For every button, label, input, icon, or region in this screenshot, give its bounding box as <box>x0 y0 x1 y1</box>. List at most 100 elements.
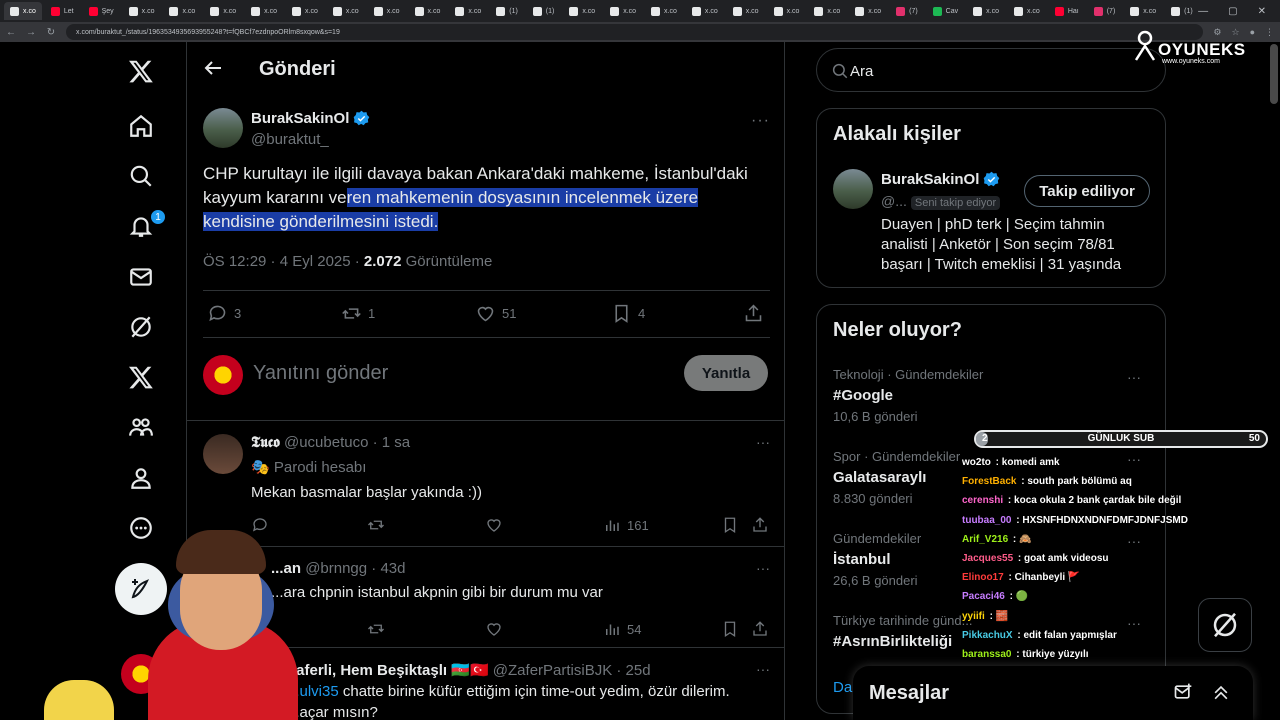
back-nav-icon[interactable]: ← <box>6 27 16 38</box>
repost-action[interactable]: 1 <box>341 303 375 324</box>
notifications-bell-icon[interactable]: 1 <box>116 201 166 251</box>
reply-views-action[interactable]: 54 <box>603 620 641 638</box>
chat-username: Pacaci46 <box>962 591 1005 603</box>
expand-chevrons-icon[interactable] <box>1211 682 1231 702</box>
maximize-icon[interactable]: ▢ <box>1228 6 1237 17</box>
reply-more-icon[interactable]: ··· <box>756 434 770 450</box>
search-input[interactable]: Ara <box>816 48 1166 92</box>
author-handle[interactable]: @buraktut_ <box>251 131 329 148</box>
reply-like-action[interactable] <box>485 620 503 638</box>
communities-icon[interactable] <box>116 402 166 452</box>
bookmark-action[interactable]: 4 <box>611 303 645 324</box>
home-icon[interactable] <box>116 101 166 151</box>
grok-floating-button[interactable] <box>1198 598 1252 652</box>
related-person-name[interactable]: BurakSakinOl <box>881 171 1000 188</box>
browser-tab[interactable]: (1) <box>490 2 524 20</box>
reply-author-handle[interactable]: @ZaferPartisiBJK · 25d <box>493 662 651 679</box>
x-logo-icon[interactable] <box>116 46 166 96</box>
browser-tab[interactable]: x.co <box>245 2 283 20</box>
browser-tab[interactable]: x.co <box>1008 2 1046 20</box>
reply-author-handle[interactable]: @brnngg · 43d <box>305 560 405 577</box>
author-avatar[interactable] <box>203 108 243 148</box>
trend-item[interactable]: Teknoloji · Gündemdekiler #Google 10,6 B… <box>833 367 1151 424</box>
related-person-avatar[interactable] <box>833 169 873 209</box>
show-more-link[interactable]: Da <box>833 679 852 696</box>
chat-message: Elinoo17 : Cihanbeyli 🚩 <box>962 572 1081 584</box>
reply-more-icon[interactable]: ··· <box>756 661 770 677</box>
tweet-more-icon[interactable]: ··· <box>751 112 770 130</box>
reply-bookmark-action[interactable] <box>721 516 739 534</box>
browser-tab[interactable]: x.co <box>204 2 242 20</box>
tab-favicon-icon <box>1013 6 1023 16</box>
following-button[interactable]: Takip ediliyor <box>1024 175 1150 207</box>
tab-favicon-icon <box>610 6 620 16</box>
browser-tab[interactable]: x.co <box>327 2 365 20</box>
reply-more-icon[interactable]: ··· <box>756 560 770 576</box>
reply-repost-action[interactable] <box>367 516 385 534</box>
reload-icon[interactable]: ↻ <box>46 27 56 38</box>
browser-tab[interactable]: x.co <box>368 2 406 20</box>
premium-x-icon[interactable] <box>116 352 166 402</box>
tab-label: x.co <box>623 7 637 15</box>
browser-tab[interactable]: x.co <box>645 2 683 20</box>
explore-search-icon[interactable] <box>116 151 166 201</box>
close-icon[interactable]: ✕ <box>1258 6 1266 17</box>
reply-author-name[interactable]: 𝕿𝖚𝖈𝖔 <box>251 434 280 451</box>
browser-tab[interactable]: x.co <box>4 2 42 20</box>
back-arrow-icon[interactable] <box>201 56 225 80</box>
author-name[interactable]: BurakSakinOl <box>251 110 370 127</box>
reply-share-action[interactable] <box>751 516 769 534</box>
new-message-icon[interactable] <box>1173 682 1193 702</box>
reply-author-handle[interactable]: @ucubetuco · 1 sa <box>284 434 410 451</box>
browser-tab[interactable]: x.co <box>727 2 765 20</box>
browser-tab[interactable]: Cav <box>927 2 964 20</box>
reply-input[interactable]: Yanıtını gönder <box>253 362 388 385</box>
reply-action[interactable]: 3 <box>207 303 241 324</box>
page-scrollbar[interactable] <box>1270 44 1278 104</box>
chat-text: HXSNFHDNXNDNFDMFJDNFJSMD <box>1022 514 1188 526</box>
messages-drawer[interactable]: Mesajlar <box>853 666 1253 720</box>
reply-repost-action[interactable] <box>367 620 385 638</box>
browser-tab[interactable]: Şey <box>83 2 120 20</box>
messages-envelope-icon[interactable] <box>116 252 166 302</box>
profile-icon[interactable]: ● <box>1250 27 1255 37</box>
reply-views-action[interactable]: 161 <box>603 516 649 534</box>
browser-tab[interactable]: x.co <box>563 2 601 20</box>
reply-avatar[interactable] <box>203 434 243 474</box>
browser-tab[interactable]: x.co <box>768 2 806 20</box>
profile-person-icon[interactable] <box>116 453 166 503</box>
browser-tab[interactable]: x.co <box>123 2 161 20</box>
browser-tab[interactable]: x.co <box>604 2 642 20</box>
forward-nav-icon[interactable]: → <box>26 27 36 38</box>
browser-tab[interactable]: x.co <box>409 2 447 20</box>
browser-tab[interactable]: (7) <box>1088 2 1122 20</box>
url-field[interactable]: x.com/buraktut_/status/19635349356939552… <box>66 24 1204 40</box>
browser-tab[interactable]: Let <box>45 2 80 20</box>
grok-icon[interactable] <box>116 302 166 352</box>
like-action[interactable]: 51 <box>475 303 516 324</box>
browser-tab[interactable]: x.co <box>967 2 1005 20</box>
browser-tab[interactable]: Haı <box>1049 2 1085 20</box>
browser-tab[interactable]: x.co <box>849 2 887 20</box>
reply-like-action[interactable] <box>485 516 503 534</box>
tweet-text: CHP kurultayı ile ilgili davaya bakan An… <box>203 164 748 231</box>
browser-tab[interactable]: x.co <box>808 2 846 20</box>
browser-tab[interactable]: (7) <box>890 2 924 20</box>
browser-tab[interactable]: x.co <box>449 2 487 20</box>
menu-icon[interactable]: ⋮ <box>1265 27 1274 38</box>
browser-tab[interactable]: x.co <box>1124 2 1162 20</box>
chat-username: cerenshi <box>962 495 1004 507</box>
reply-share-action[interactable] <box>751 620 769 638</box>
browser-tab[interactable]: x.co <box>286 2 324 20</box>
reply-author-name[interactable]: Zaferli, Hem Beşiktaşlı <box>287 662 447 679</box>
browser-tab[interactable]: x.co <box>163 2 201 20</box>
browser-tab[interactable]: x.co <box>686 2 724 20</box>
share-action[interactable] <box>743 303 764 324</box>
browser-tab[interactable]: (1) <box>1165 2 1199 20</box>
trend-more-icon[interactable]: ··· <box>1127 369 1141 385</box>
reply-submit-button[interactable]: Yanıtla <box>684 355 768 391</box>
reply-bookmark-action[interactable] <box>721 620 739 638</box>
minimize-icon[interactable]: — <box>1198 6 1208 17</box>
tab-favicon-icon <box>691 6 701 16</box>
browser-tab[interactable]: (1) <box>527 2 561 20</box>
